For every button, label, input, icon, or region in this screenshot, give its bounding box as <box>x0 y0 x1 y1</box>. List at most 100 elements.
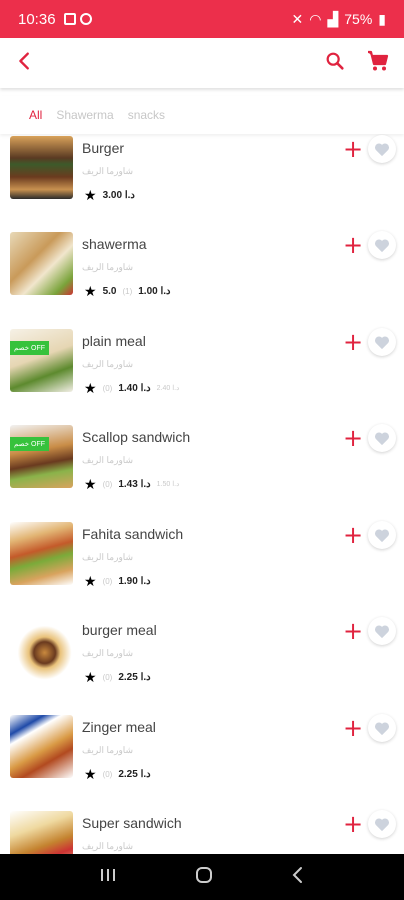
rating-count: (0) <box>102 769 113 779</box>
product-restaurant: شاورما الريف <box>82 552 134 562</box>
gallery-icon <box>63 13 76 25</box>
back-nav-icon[interactable] <box>291 866 305 889</box>
product-item[interactable]: خصم OFF plain meal شاورما الريف ★ (0) 1.… <box>0 327 404 423</box>
favorite-button[interactable] <box>368 135 396 163</box>
rating-count: (0) <box>102 383 113 393</box>
heart-icon <box>374 624 390 638</box>
product-item[interactable]: shawerma شاورما الريف ★ 5.0 (1) 1.00 د.ا… <box>0 230 404 326</box>
star-icon: ★ <box>84 476 97 492</box>
product-restaurant: شاورما الريف <box>82 455 134 465</box>
product-rating: 5.0 <box>102 285 117 297</box>
favorite-button[interactable] <box>368 810 396 838</box>
add-to-cart-button[interactable]: + <box>342 812 364 836</box>
heart-icon <box>374 335 390 349</box>
product-price: 1.00 د.ا <box>138 285 171 297</box>
back-icon[interactable] <box>14 50 36 77</box>
product-price: 1.40 د.ا <box>118 382 151 394</box>
product-item[interactable]: خصم OFF Scallop sandwich شاورما الريف ★ … <box>0 423 404 519</box>
old-price: 2.40 د.ا <box>156 385 180 392</box>
product-price: 1.90 د.ا <box>118 575 151 587</box>
search-icon[interactable] <box>324 50 346 77</box>
favorite-button[interactable] <box>368 714 396 742</box>
category-tabs: All Shawerma snacks <box>0 96 404 134</box>
product-restaurant: شاورما الريف <box>82 745 134 755</box>
product-meta: ★ (0) 2.25 د.ا <box>84 670 151 684</box>
product-image <box>10 136 73 199</box>
battery-text: 75% <box>344 11 373 27</box>
tab-shawerma[interactable]: Shawerma <box>56 108 113 122</box>
product-restaurant: شاورما الريف <box>82 166 134 176</box>
product-image: خصم OFF <box>10 425 73 488</box>
add-to-cart-button[interactable]: + <box>342 716 364 740</box>
star-icon: ★ <box>84 573 97 589</box>
product-price: 3.00 د.ا <box>102 189 135 201</box>
heart-icon <box>374 142 390 156</box>
signal-icon: ▟ <box>327 10 339 27</box>
product-price: 2.25 د.ا <box>118 671 151 683</box>
system-nav-bar <box>0 854 404 900</box>
cart-icon[interactable] <box>366 49 390 78</box>
status-right: ✕ ◠ ▟ 75% ▮ <box>292 11 386 28</box>
recent-apps-icon[interactable] <box>99 867 117 888</box>
star-icon: ★ <box>84 766 97 782</box>
product-meta: ★ 5.0 (1) 1.00 د.ا <box>84 284 171 298</box>
product-image <box>10 811 73 854</box>
star-icon: ★ <box>84 283 97 299</box>
rating-count: (1) <box>122 286 133 296</box>
product-restaurant: شاورما الريف <box>82 262 134 272</box>
add-to-cart-button[interactable]: + <box>342 233 364 257</box>
add-to-cart-button[interactable]: + <box>342 426 364 450</box>
product-restaurant: شاورما الريف <box>82 359 134 369</box>
product-item[interactable]: Fahita sandwich شاورما الريف ★ (0) 1.90 … <box>0 520 404 616</box>
favorite-button[interactable] <box>368 328 396 356</box>
product-name: Zinger meal <box>82 719 156 735</box>
rating-count: (0) <box>102 576 113 586</box>
add-to-cart-button[interactable]: + <box>342 619 364 643</box>
whatsapp-icon <box>79 13 92 25</box>
product-meta: ★ (0) 1.40 د.ا 2.40 د.ا <box>84 381 179 395</box>
product-item[interactable]: burger meal شاورما الريف ★ (0) 2.25 د.ا … <box>0 616 404 712</box>
product-item[interactable]: Super sandwich شاورما الريف + <box>0 809 404 854</box>
favorite-button[interactable] <box>368 617 396 645</box>
product-name: Super sandwich <box>82 815 182 831</box>
status-bar: 10:36 ✕ ◠ ▟ 75% ▮ <box>0 0 404 38</box>
favorite-button[interactable] <box>368 231 396 259</box>
toolbar <box>0 38 404 88</box>
heart-icon <box>374 431 390 445</box>
notification-icons <box>63 13 92 25</box>
product-item[interactable]: Burger شاورما الريف ★ 3.00 د.ا + <box>0 134 404 230</box>
add-to-cart-button[interactable]: + <box>342 137 364 161</box>
star-icon: ★ <box>84 380 97 396</box>
product-meta: ★ (0) 2.25 د.ا <box>84 767 151 781</box>
star-icon: ★ <box>84 187 97 203</box>
tab-snacks[interactable]: snacks <box>128 108 165 122</box>
product-name: burger meal <box>82 622 157 638</box>
product-meta: ★ (0) 1.90 د.ا <box>84 574 151 588</box>
product-meta: ★ 3.00 د.ا <box>84 188 135 202</box>
add-to-cart-button[interactable]: + <box>342 330 364 354</box>
add-to-cart-button[interactable]: + <box>342 523 364 547</box>
favorite-button[interactable] <box>368 521 396 549</box>
rating-count: (0) <box>102 672 113 682</box>
discount-badge: خصم OFF <box>10 437 50 451</box>
product-price: 1.43 د.ا <box>118 478 151 490</box>
home-icon[interactable] <box>195 866 213 889</box>
product-name: Burger <box>82 140 125 156</box>
favorite-button[interactable] <box>368 424 396 452</box>
rating-count: (0) <box>102 479 113 489</box>
product-restaurant: شاورما الريف <box>82 841 134 851</box>
star-icon: ★ <box>84 669 97 685</box>
product-item[interactable]: Zinger meal شاورما الريف ★ (0) 2.25 د.ا … <box>0 713 404 809</box>
product-image: خصم OFF <box>10 329 73 392</box>
product-name: shawerma <box>82 236 147 252</box>
product-image <box>10 618 73 681</box>
heart-icon <box>374 721 390 735</box>
heart-icon <box>374 238 390 252</box>
product-restaurant: شاورما الريف <box>82 648 134 658</box>
product-price: 2.25 د.ا <box>118 768 151 780</box>
product-list: Burger شاورما الريف ★ 3.00 د.ا + shawerm… <box>0 134 404 854</box>
product-name: plain meal <box>82 333 146 349</box>
product-meta: ★ (0) 1.43 د.ا 1.50 د.ا <box>84 477 179 491</box>
product-name: Fahita sandwich <box>82 526 184 542</box>
tab-all[interactable]: All <box>29 108 42 122</box>
